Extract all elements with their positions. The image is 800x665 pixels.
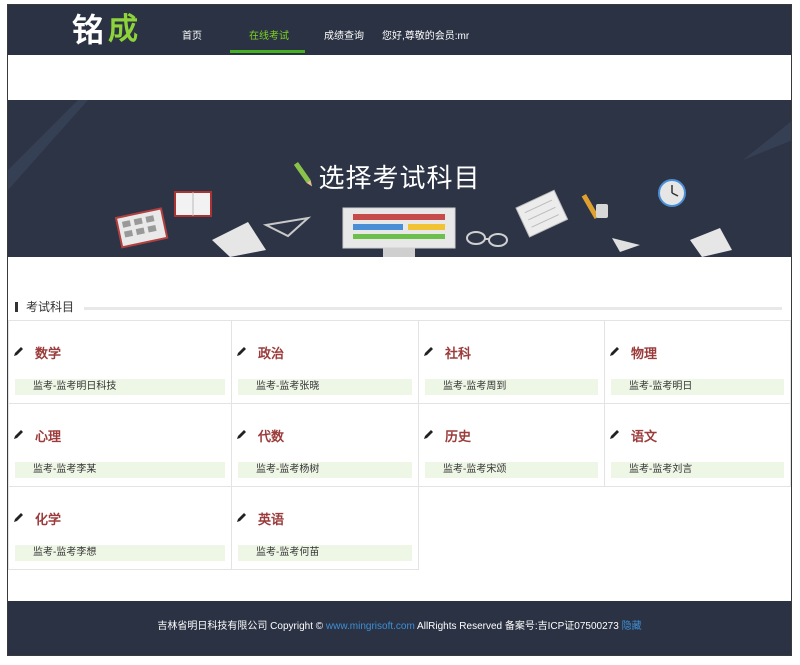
eraser-icon [596, 204, 608, 218]
proctor-label: 监考-监考明日 [611, 379, 784, 395]
subject-card-0[interactable]: 数学 监考-监考明日科技 [8, 320, 232, 404]
top-nav-bar: 铭 成 首页 在线考试 成绩查询 您好,尊敬的会员:mr [8, 5, 791, 55]
subject-card-6[interactable]: 历史 监考-监考宋颂 [418, 403, 605, 487]
subject-name: 政治 [258, 346, 285, 361]
subject-card-3[interactable]: 物理 监考-监考明日 [604, 320, 791, 404]
pencil-icon [237, 513, 246, 522]
hero-banner: 选择考试科目 [8, 100, 791, 257]
footer-hidden-link[interactable]: 隐藏 [622, 621, 642, 632]
proctor-label: 监考-监考周到 [425, 379, 598, 395]
section-header: 考试科目 [12, 299, 782, 315]
pencil-icon [14, 347, 23, 356]
proctor-label: 监考-监考刘言 [611, 462, 784, 478]
logo-char-1: 铭 [72, 11, 104, 49]
subject-card-4[interactable]: 心理 监考-监考李某 [8, 403, 232, 487]
triangle-ruler-icon [262, 216, 312, 238]
nav-active-indicator [230, 50, 305, 53]
pencil-icon [610, 347, 619, 356]
subject-card-7[interactable]: 语文 监考-监考刘言 [604, 403, 791, 487]
book-icon [174, 191, 212, 217]
paper-plane-icon [612, 238, 640, 252]
pencil-icon [424, 430, 433, 439]
subject-name: 英语 [258, 512, 285, 527]
section-divider [84, 307, 782, 310]
subject-card-8[interactable]: 化学 监考-监考李想 [8, 486, 232, 570]
subject-name: 数学 [35, 346, 62, 361]
nav-score-query[interactable]: 成绩查询 [324, 5, 364, 53]
proctor-label: 监考-监考明日科技 [15, 379, 225, 395]
proctor-label: 监考-监考李某 [15, 462, 225, 478]
logo-char-2: 成 [108, 12, 138, 47]
pencil-icon [14, 430, 23, 439]
section-marker [15, 302, 18, 312]
subject-name: 物理 [631, 346, 658, 361]
subject-name: 历史 [445, 429, 472, 444]
site-logo[interactable]: 铭 成 [70, 9, 150, 51]
pencil-icon [424, 347, 433, 356]
paper-sheet-icon [212, 222, 266, 257]
subject-name: 语文 [631, 429, 658, 444]
section-title: 考试科目 [26, 300, 75, 314]
subject-card-5[interactable]: 代数 监考-监考杨树 [231, 403, 419, 487]
subject-name: 心理 [35, 429, 62, 444]
pencil-icon [610, 430, 619, 439]
footer-company: 吉林省明日科技有限公司 Copyright © [157, 621, 324, 632]
subject-name: 化学 [35, 512, 62, 527]
proctor-label: 监考-监考杨树 [238, 462, 412, 478]
proctor-label: 监考-监考宋颂 [425, 462, 598, 478]
monitor-icon [342, 207, 456, 257]
pencil-icon [14, 513, 23, 522]
footer-rights: AllRights Reserved 备案号:吉ICP证07500273 [417, 621, 619, 632]
nav-online-exam[interactable]: 在线考试 [249, 5, 289, 53]
banner-title: 选择考试科目 [318, 163, 481, 193]
footer: 吉林省明日科技有限公司 Copyright © www.mingrisoft.c… [8, 601, 791, 655]
pencil-icon [237, 347, 246, 356]
proctor-label: 监考-监考张晓 [238, 379, 412, 395]
subject-name: 代数 [258, 429, 285, 444]
pencil-icon [237, 430, 246, 439]
nav-home[interactable]: 首页 [182, 5, 202, 53]
subject-card-9[interactable]: 英语 监考-监考何苗 [231, 486, 419, 570]
notebook-icon [515, 189, 569, 238]
paper-stack-icon [690, 228, 732, 257]
calculator-icon [114, 207, 169, 249]
user-greeting: 您好,尊敬的会员:mr [382, 31, 470, 42]
subject-card-1[interactable]: 政治 监考-监考张晓 [231, 320, 419, 404]
proctor-label: 监考-监考何苗 [238, 545, 412, 561]
banner-light-ray-right [743, 121, 791, 160]
footer-website-link[interactable]: www.mingrisoft.com [326, 621, 415, 632]
proctor-label: 监考-监考李想 [15, 545, 225, 561]
subject-name: 社科 [445, 346, 472, 361]
subject-card-2[interactable]: 社科 监考-监考周到 [418, 320, 605, 404]
page-frame: 铭 成 首页 在线考试 成绩查询 您好,尊敬的会员:mr 选择考试科目 考试科目… [7, 4, 792, 656]
glasses-icon [466, 231, 508, 247]
